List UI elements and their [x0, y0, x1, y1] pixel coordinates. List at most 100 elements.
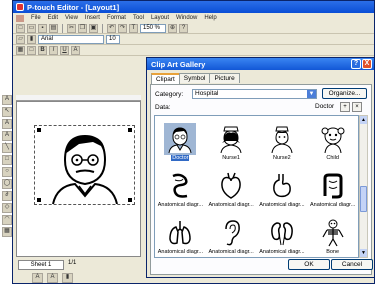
open-icon[interactable]: ▭ — [27, 23, 36, 33]
remove-icon[interactable]: × — [352, 102, 362, 112]
polygon-icon[interactable]: ◇ — [2, 203, 12, 213]
label-object[interactable] — [34, 125, 135, 205]
help-icon[interactable]: ? — [179, 23, 188, 33]
doctor-icon — [168, 127, 192, 153]
menu-format[interactable]: Format — [107, 15, 126, 21]
clipart-grid: Doctor Nurse1 Nurse2 Child Anatomical di… — [154, 115, 359, 258]
data-label: Data: — [155, 104, 171, 111]
text-icon[interactable]: T — [129, 23, 138, 33]
zoom-icon[interactable]: ⊕ — [168, 23, 177, 33]
line-icon[interactable]: ╲ — [2, 143, 12, 153]
scroll-down-icon[interactable]: ▼ — [360, 249, 367, 257]
clipart-scrollbar[interactable]: ▲ ▼ — [359, 115, 368, 258]
font-size-select[interactable]: 10 — [106, 34, 120, 44]
clipart-item[interactable]: Anatomical diagr... — [155, 163, 206, 210]
menu-help[interactable]: Help — [204, 15, 216, 21]
tab-symbol[interactable]: Symbol — [178, 73, 211, 83]
clipart-item[interactable]: Child — [307, 116, 358, 163]
text-tool-icon[interactable]: A — [2, 95, 12, 105]
nurse-icon — [271, 126, 293, 153]
image-icon[interactable]: ▦ — [2, 227, 12, 237]
category-label: Category: — [155, 91, 184, 98]
menu-window[interactable]: Window — [176, 15, 197, 21]
layout-palette-icon[interactable]: A — [32, 273, 43, 283]
format-toolbar: ▱ ▮ Arial 10 — [13, 34, 374, 45]
font-select[interactable]: Arial — [38, 34, 104, 44]
data-value: Doctor — [315, 103, 335, 110]
text-insert-icon[interactable]: A — [2, 119, 12, 129]
frame-icon[interactable]: □ — [27, 45, 36, 55]
clipart-label: Anatomical diagr... — [310, 202, 356, 208]
bottom-toolbar: A A ▮ — [12, 273, 152, 284]
doctor-clipart-image — [37, 128, 132, 205]
cancel-button[interactable]: Cancel — [331, 259, 373, 270]
ear-icon — [225, 220, 240, 246]
add-icon[interactable]: + — [340, 102, 350, 112]
clipart-item[interactable]: Anatomical diagr... — [257, 163, 308, 210]
menu-icon[interactable] — [16, 14, 24, 22]
object-icon[interactable]: ▦ — [16, 45, 25, 55]
copy-icon[interactable]: ❐ — [78, 23, 87, 33]
save-icon[interactable]: ▪ — [38, 23, 47, 33]
scroll-thumb[interactable] — [360, 186, 367, 212]
clipart-item[interactable]: Anatomical diagr... — [155, 210, 206, 257]
clipart-item[interactable]: Nurse2 — [257, 116, 308, 163]
circle-icon[interactable]: ◯ — [2, 179, 12, 189]
organize-button[interactable]: Organize... — [322, 88, 367, 99]
italic-icon[interactable]: I — [49, 45, 58, 55]
clipart-item[interactable]: Doctor — [155, 116, 206, 163]
clipart-item[interactable]: Anatomical diagr... — [307, 163, 358, 210]
dialog-title: Clip Art Gallery — [151, 59, 206, 69]
sheet-tab[interactable]: Sheet 1 — [18, 260, 64, 270]
arc-icon[interactable]: ◠ — [2, 215, 12, 225]
kidney-icon — [270, 222, 293, 246]
rectangle-icon[interactable]: □ — [2, 155, 12, 165]
paste-icon[interactable]: ▣ — [89, 23, 98, 33]
barcode-palette-icon[interactable]: ▮ — [62, 273, 73, 283]
redo-icon[interactable]: ↷ — [118, 23, 127, 33]
scroll-up-icon[interactable]: ▲ — [360, 116, 367, 124]
undo-icon[interactable]: ↶ — [107, 23, 116, 33]
tab-clipart[interactable]: Clipart — [151, 73, 180, 84]
cursor-icon[interactable]: ▮ — [27, 34, 36, 44]
select-arrow-icon[interactable]: ↖ — [2, 107, 12, 117]
cut-icon[interactable]: ✂ — [67, 23, 76, 33]
vertical-text-icon[interactable]: A — [2, 131, 12, 141]
dialog-help-button[interactable]: ? — [351, 59, 361, 69]
style-icon[interactable]: A — [71, 45, 80, 55]
clipart-label: Nurse1 — [222, 155, 240, 161]
tools-palette: A ↖ A A ╲ □ ○ ◯ ∂ ◇ ◠ ▦ — [0, 93, 14, 239]
clipart-item[interactable]: Nurse1 — [206, 116, 257, 163]
dialog-tabs: Clipart Symbol Picture — [151, 73, 240, 84]
clipart-item[interactable]: Anatomical diagr... — [206, 163, 257, 210]
skeleton-icon — [322, 219, 344, 247]
bold-icon[interactable]: B — [38, 45, 47, 55]
menu-view[interactable]: View — [65, 15, 78, 21]
layout-icon[interactable]: ▱ — [16, 34, 25, 44]
clipart-item[interactable]: Anatomical diagr... — [257, 210, 308, 257]
clipart-label: Bone — [326, 249, 340, 255]
freehand-icon[interactable]: ∂ — [2, 191, 12, 201]
menu-edit[interactable]: Edit — [48, 15, 58, 21]
clipart-item[interactable]: Anatomical diagr... — [206, 210, 257, 257]
zoom-select[interactable]: 150 % — [140, 23, 166, 33]
nurse-icon — [220, 126, 242, 153]
menu-tool[interactable]: Tool — [133, 15, 144, 21]
menu-insert[interactable]: Insert — [85, 15, 100, 21]
text-palette-icon[interactable]: A — [47, 273, 58, 283]
dialog-close-button[interactable]: X — [362, 59, 372, 69]
chevron-down-icon[interactable]: ▼ — [307, 90, 316, 98]
ok-button[interactable]: OK — [288, 259, 330, 270]
new-icon[interactable]: □ — [16, 23, 25, 33]
ellipse-icon[interactable]: ○ — [2, 167, 12, 177]
menu-layout[interactable]: Layout — [151, 15, 169, 21]
clipart-label: Anatomical diagr... — [259, 202, 305, 208]
lungs-icon — [169, 221, 192, 245]
clipart-item[interactable]: Bone — [307, 210, 358, 257]
print-icon[interactable]: ▤ — [49, 23, 58, 33]
menu-file[interactable]: File — [31, 15, 41, 21]
clipart-label: Anatomical diagr... — [259, 249, 305, 255]
underline-icon[interactable]: U — [60, 45, 69, 55]
tab-picture[interactable]: Picture — [209, 73, 240, 83]
category-select[interactable]: Hospital ▼ — [192, 89, 317, 99]
